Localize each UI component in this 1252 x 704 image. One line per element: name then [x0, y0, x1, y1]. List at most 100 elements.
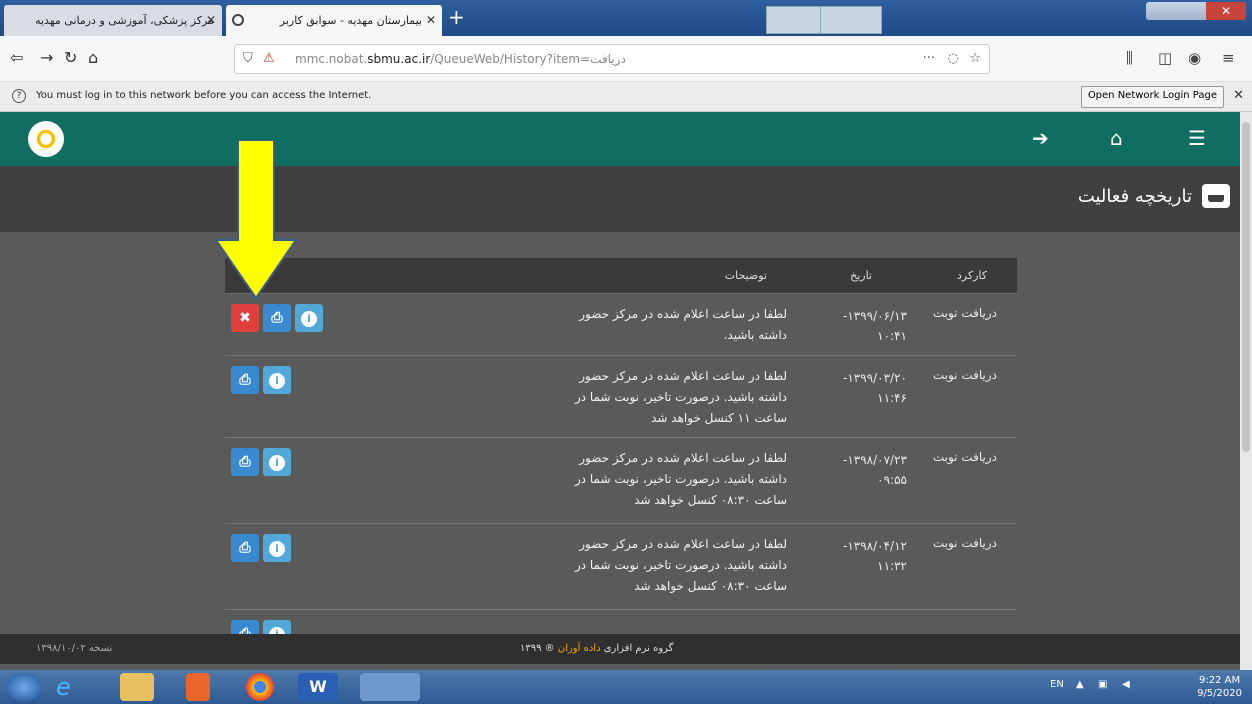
pocket-icon[interactable]: ◌ [948, 51, 959, 66]
print-button[interactable]: ⎙ [231, 448, 259, 476]
info-icon: i [301, 311, 317, 327]
cell-description: لطفا در ساعت اعلام شده در مرکز حضور داشت… [574, 537, 787, 593]
media-icon[interactable] [186, 673, 210, 701]
table-row: دریافت نوبت ۱۳۹۸/۰۷/۲۳- ۰۹:۵۵ لطفا در سا… [225, 438, 1017, 524]
menu-icon[interactable]: ≡ [1222, 49, 1235, 67]
window-controls[interactable]: ✕ [1146, 2, 1246, 20]
info-button[interactable]: i [263, 366, 291, 394]
app-header: ➔ ⌂ ☰ [0, 112, 1240, 166]
os-taskbar: e W EN ▲ ▣ ◀ 9:22 AM 9/5/2020 [0, 670, 1252, 704]
cell-date: ۱۳۹۸/۰۴/۱۲- ۱۱:۳۲ [843, 539, 907, 573]
info-icon: ? [12, 89, 26, 103]
scrollbar-thumb[interactable] [1242, 122, 1250, 452]
browser-nav-bar: ⇦ → ↻ ⌂ ⛉ ⚠ mmc.nobat.sbmu.ac.ir/QueueWe… [0, 36, 1252, 82]
window-close-icon[interactable]: ✕ [1206, 2, 1246, 20]
close-notification-icon[interactable]: ✕ [1233, 88, 1244, 103]
hospital-logo[interactable] [28, 121, 64, 157]
cell-function: دریافت نوبت [932, 450, 997, 464]
clock-date: 9/5/2020 [1197, 688, 1242, 699]
home-icon[interactable]: ⌂ [88, 48, 98, 67]
cell-function: دریافت نوبت [932, 368, 997, 382]
library-icon[interactable]: ⫼ [1126, 49, 1133, 67]
info-button[interactable]: i [263, 448, 291, 476]
chrome-icon[interactable] [246, 673, 274, 701]
forward-icon[interactable]: → [40, 48, 53, 67]
version-label: نسخه ۱۳۹۸/۱۰/۰۲ [36, 643, 113, 654]
back-icon[interactable]: ⇦ [10, 48, 23, 67]
captive-portal-notification: ? You must log in to this network before… [0, 82, 1252, 112]
annotation-arrow [214, 140, 298, 300]
reload-icon[interactable]: ↻ [64, 48, 77, 67]
print-button[interactable]: ⎙ [231, 534, 259, 562]
cell-description: لطفا در ساعت اعلام شده در مرکز حضور داشت… [579, 307, 787, 342]
page-title: تاریخچه فعالیت [1077, 186, 1192, 207]
info-button[interactable]: i [263, 534, 291, 562]
shield-icon: ⛉ [243, 51, 253, 66]
info-icon: i [269, 541, 285, 557]
sidebar-icon[interactable]: ◫ [1158, 49, 1172, 67]
page-scrollbar[interactable] [1240, 112, 1252, 672]
window-thumbnail [766, 6, 828, 34]
open-login-page-button[interactable]: Open Network Login Page [1080, 86, 1224, 108]
row-actions: ✖ ⎙ i [231, 304, 327, 332]
delete-button[interactable]: ✖ [231, 304, 259, 332]
brand-link[interactable]: داده آوران [558, 643, 601, 654]
info-button[interactable]: i [295, 304, 323, 332]
print-button[interactable]: ⎙ [231, 620, 259, 634]
tray-expand-icon[interactable]: ▲ [1076, 679, 1084, 690]
cell-description: لطفا در ساعت اعلام شده در مرکز حضور داشت… [574, 451, 787, 507]
info-icon: i [269, 373, 285, 389]
cell-function: دریافت نوبت [932, 536, 997, 550]
volume-icon[interactable]: ◀ [1122, 679, 1130, 690]
table-row: دریافت نوبت ۱۳۹۹/۰۶/۱۳- ۱۰:۴۱ لطفا در سا… [225, 294, 1017, 356]
main-content: کارکرد تاریخ توضیحات دریافت نوبت ۱۳۹۹/۰۶… [0, 232, 1240, 634]
table-header: کارکرد تاریخ توضیحات [225, 258, 1017, 294]
page-actions-icon[interactable]: ··· [923, 51, 935, 66]
clock[interactable]: 9:22 AM 9/5/2020 [1197, 674, 1242, 700]
header-description: توضیحات [724, 269, 767, 282]
tab-title: بیمارستان مهدیه - سوابق کاربر [279, 14, 422, 27]
firefox-icon[interactable] [360, 673, 420, 701]
header-date: تاریخ [850, 269, 872, 282]
table-row: دریافت نوبت ۱۳۹۹/۰۳/۲۰- ۱۱:۴۶ لطفا در سا… [225, 356, 1017, 438]
hamburger-menu-icon[interactable]: ☰ [1188, 126, 1206, 150]
tab-title: مرکز پزشکی، آموزشی و درمانی مهدیه [35, 14, 214, 27]
print-button[interactable]: ⎙ [263, 304, 291, 332]
url-text: mmc.nobat.sbmu.ac.ir/QueueWeb/History?it… [295, 52, 626, 66]
home-icon[interactable]: ⌂ [1110, 126, 1123, 150]
window-thumbnail [820, 6, 882, 34]
close-tab-icon[interactable]: ✕ [206, 13, 216, 27]
inbox-icon [1202, 184, 1230, 208]
insecure-lock-icon[interactable]: ⚠ [263, 51, 275, 66]
network-icon[interactable]: ▣ [1098, 679, 1107, 690]
ie-icon[interactable]: e [56, 673, 96, 701]
notification-text: You must log in to this network before y… [36, 90, 372, 101]
language-indicator[interactable]: EN [1050, 679, 1064, 690]
app-footer: نسخه ۱۳۹۸/۱۰/۰۲ گروه نرم افزاری داده آور… [0, 634, 1240, 664]
account-icon[interactable]: ◉ [1188, 49, 1201, 67]
bookmark-star-icon[interactable]: ☆ [969, 51, 981, 66]
copyright: گروه نرم افزاری داده آوران ® ۱۳۹۹ [520, 643, 674, 654]
table-row: دریافت نوبت ۱۳۹۸/۰۴/۱۲- ۱۱:۳۲ لطفا در سا… [225, 524, 1017, 610]
table-row-partial: ⎙i [225, 610, 1017, 634]
cell-date: ۱۳۹۹/۰۶/۱۳- ۱۰:۴۱ [843, 309, 907, 343]
print-button[interactable]: ⎙ [231, 366, 259, 394]
close-tab-icon[interactable]: ✕ [426, 13, 436, 27]
logout-icon[interactable]: ➔ [1032, 126, 1049, 150]
new-tab-button[interactable]: + [448, 7, 465, 27]
info-button[interactable]: i [263, 620, 291, 634]
favicon-icon [232, 14, 244, 26]
url-bar[interactable]: ⛉ ⚠ mmc.nobat.sbmu.ac.ir/QueueWeb/Histor… [234, 44, 990, 74]
cell-date: ۱۳۹۸/۰۷/۲۳- ۰۹:۵۵ [843, 453, 907, 487]
explorer-icon[interactable] [120, 673, 154, 701]
cell-date: ۱۳۹۹/۰۳/۲۰- ۱۱:۴۶ [843, 371, 907, 405]
history-table: کارکرد تاریخ توضیحات دریافت نوبت ۱۳۹۹/۰۶… [225, 258, 1017, 634]
tab-mahdieh-center[interactable]: مرکز پزشکی، آموزشی و درمانی مهدیه ✕ [4, 5, 222, 36]
row-actions: ⎙i [231, 448, 295, 476]
tab-history[interactable]: بیمارستان مهدیه - سوابق کاربر ✕ [226, 5, 442, 36]
start-button-icon[interactable] [6, 673, 42, 701]
row-actions: ⎙i [231, 534, 295, 562]
word-icon[interactable]: W [298, 673, 338, 701]
cell-description: لطفا در ساعت اعلام شده در مرکز حضور داشت… [574, 369, 787, 425]
row-actions: ⎙i [231, 620, 295, 634]
